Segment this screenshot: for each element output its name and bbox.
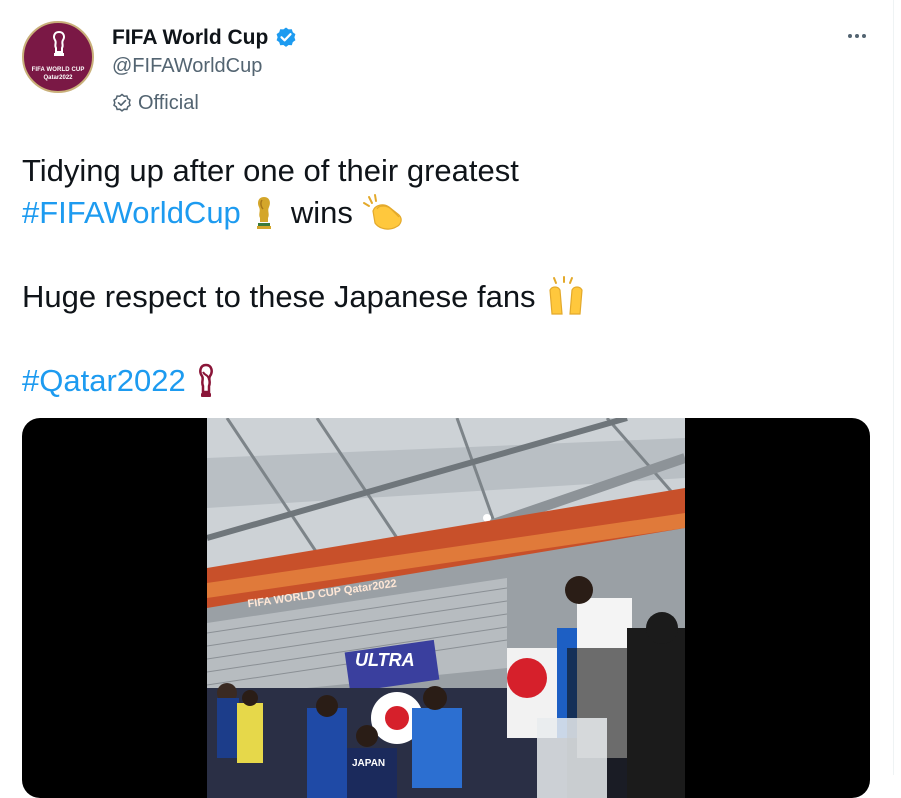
official-badge-icon [113, 93, 131, 112]
raising-hands-emoji-icon [548, 276, 583, 315]
trophy-emoji-icon [256, 197, 271, 229]
avatar-logo-text: FIFA WORLD CUP [31, 67, 85, 73]
tweet-line: #FIFAWorldCup wins [22, 192, 862, 234]
hashtag-fifaworldcup[interactable]: #FIFAWorldCup [22, 192, 241, 234]
more-options-icon [848, 34, 852, 38]
tweet-line: #Qatar2022 [22, 360, 862, 402]
timeline-border [893, 0, 894, 775]
stadium-scene-image [207, 418, 685, 798]
flag-banner-text: ULTRA [355, 650, 415, 670]
tweet-text: Tidying up after one of their greatest #… [22, 150, 862, 402]
more-options-button[interactable] [840, 24, 874, 48]
verified-badge-icon [276, 27, 296, 47]
official-label-text: Official [138, 91, 199, 114]
hashtag-qatar2022[interactable]: #Qatar2022 [22, 360, 186, 402]
tweet-line: Huge respect to these Japanese fans [22, 276, 862, 318]
official-label: Official [112, 90, 199, 116]
line-spacer [22, 318, 862, 360]
more-options-dot [862, 34, 866, 38]
display-name[interactable]: FIFA World Cup [112, 26, 268, 50]
name-row: FIFA World Cup [112, 24, 298, 52]
qatar-emblem-emoji-icon [198, 363, 213, 397]
avatar[interactable]: FIFA WORLD CUP Qatar2022 [22, 21, 94, 93]
more-options-dot [855, 34, 859, 38]
line-spacer [22, 234, 862, 276]
clapping-hands-emoji-icon [362, 194, 402, 230]
avatar-logo-subtext: Qatar2022 [43, 75, 73, 81]
tweet: FIFA WORLD CUP Qatar2022 FIFA World Cup … [0, 0, 893, 798]
tweet-text-line1: Tidying up after one of their greatest [22, 153, 519, 188]
video-frame: FIFA WORLD CUP Qatar2022 ULTRA JAPAN [207, 418, 685, 798]
trophy-logo-icon [53, 31, 65, 56]
tweet-media-video[interactable]: FIFA WORLD CUP Qatar2022 ULTRA JAPAN [22, 418, 870, 798]
jersey-text: JAPAN [352, 758, 386, 769]
tweet-text-line3: Huge respect to these Japanese fans [22, 279, 536, 314]
tweet-line: Tidying up after one of their greatest [22, 150, 862, 192]
account-handle[interactable]: @FIFAWorldCup [112, 55, 262, 78]
tweet-text-wins: wins [290, 195, 353, 230]
